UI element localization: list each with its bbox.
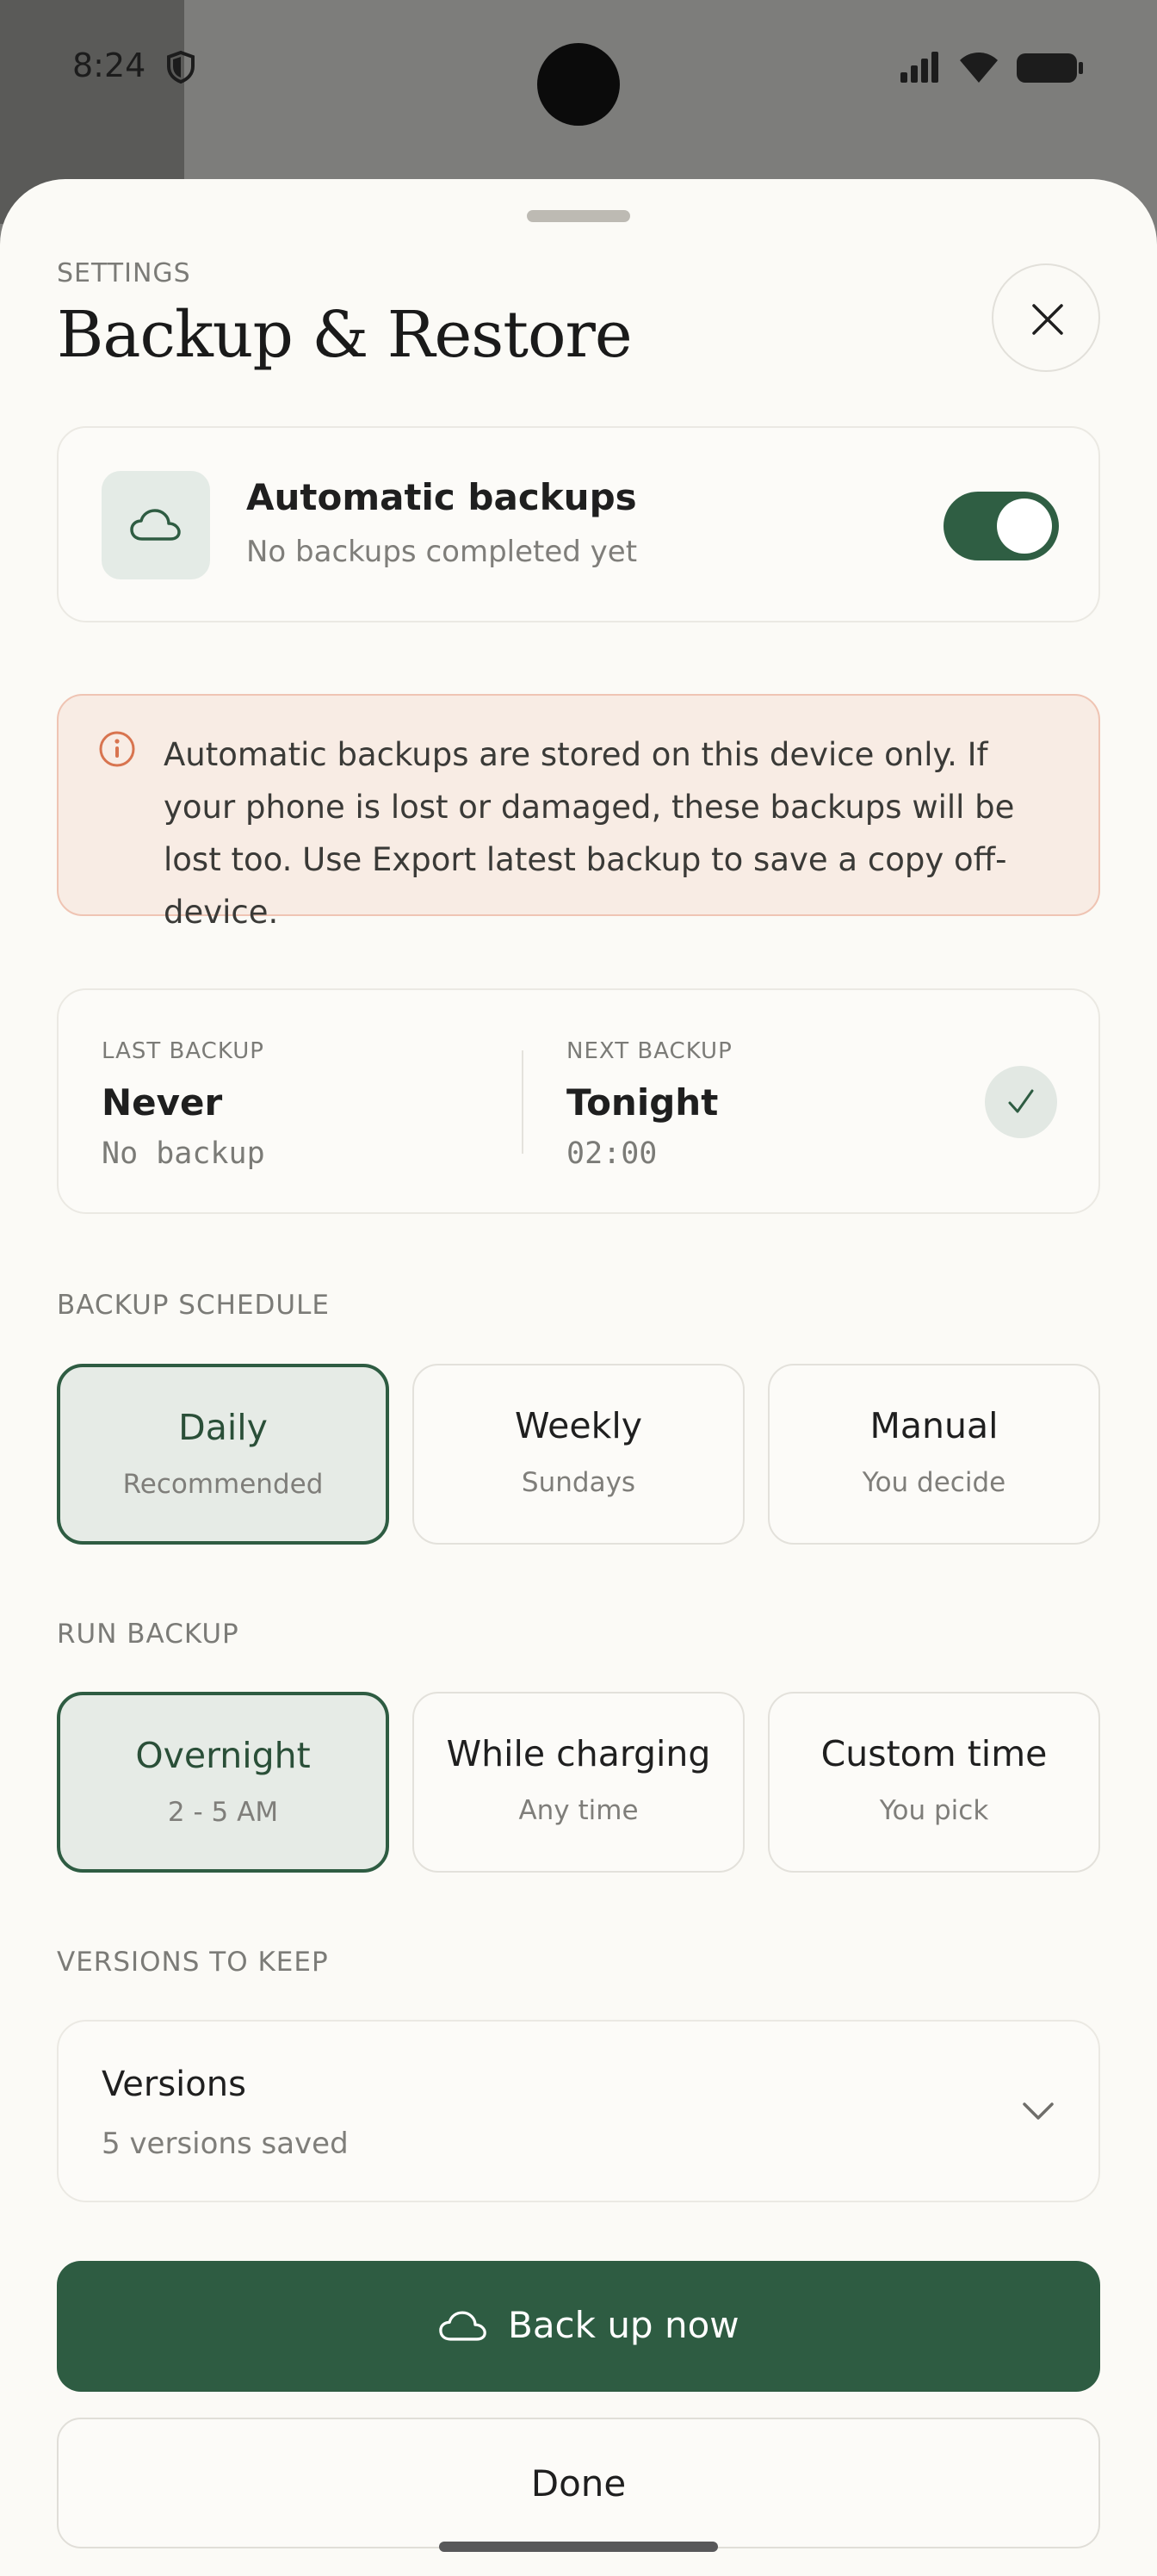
next-backup-value: Tonight <box>566 1081 719 1124</box>
home-indicator <box>439 2542 718 2552</box>
next-backup-label: NEXT BACKUP <box>566 1038 733 1064</box>
signal-icon <box>900 52 938 83</box>
last-backup-detail: No backup <box>102 1136 265 1171</box>
close-button[interactable] <box>992 263 1100 372</box>
auto-backups-subtitle: No backups completed yet <box>246 535 638 569</box>
schedule-option-daily[interactable]: Daily Recommended <box>57 1364 389 1545</box>
page-eyebrow: SETTINGS <box>57 258 191 288</box>
backup-sheet: SETTINGS Backup & Restore Automatic back… <box>0 179 1157 2576</box>
schedule-option-weekly[interactable]: Weekly Sundays <box>412 1364 745 1545</box>
run-option-overnight[interactable]: Overnight 2 - 5 AM <box>57 1692 389 1873</box>
automatic-backups-card: Automatic backups No backups completed y… <box>57 426 1100 622</box>
status-time: 8:24 <box>72 46 146 84</box>
back-up-now-button[interactable]: Back up now <box>57 2261 1100 2392</box>
cloud-icon <box>439 2311 486 2341</box>
done-button[interactable]: Done <box>57 2418 1100 2548</box>
toggle-knob <box>997 498 1052 554</box>
option-title: While charging <box>446 1733 711 1774</box>
run-option-custom-time[interactable]: Custom time You pick <box>768 1692 1100 1873</box>
versions-section-label: VERSIONS TO KEEP <box>57 1947 329 1978</box>
auto-backups-toggle[interactable] <box>944 492 1059 560</box>
next-backup-time: 02:00 <box>566 1136 658 1171</box>
status-divider <box>522 1050 523 1154</box>
battery-icon <box>1017 53 1083 83</box>
status-bar: 8:24 <box>0 0 1157 138</box>
front-camera <box>537 43 620 126</box>
info-icon <box>99 731 135 767</box>
done-label: Done <box>530 2462 627 2505</box>
option-title: Weekly <box>515 1405 642 1446</box>
last-backup-value: Never <box>102 1081 223 1124</box>
option-subtitle: Any time <box>518 1795 639 1826</box>
cloud-icon <box>130 509 181 541</box>
versions-subtitle: 5 versions saved <box>102 2127 349 2161</box>
schedule-option-manual[interactable]: Manual You decide <box>768 1364 1100 1545</box>
option-title: Daily <box>178 1407 268 1448</box>
option-subtitle: Sundays <box>521 1467 636 1498</box>
chevron-down-icon <box>1023 2102 1054 2120</box>
option-subtitle: Recommended <box>122 1469 324 1500</box>
run-option-while-charging[interactable]: While charging Any time <box>412 1692 745 1873</box>
versions-select[interactable]: Versions 5 versions saved <box>57 2020 1100 2202</box>
option-subtitle: 2 - 5 AM <box>167 1797 279 1828</box>
option-title: Manual <box>869 1405 999 1446</box>
device-only-warning: Automatic backups are stored on this dev… <box>57 694 1100 931</box>
auto-backups-title: Automatic backups <box>246 476 637 518</box>
option-subtitle: You decide <box>862 1467 1006 1498</box>
shield-icon <box>167 50 195 84</box>
run-section-label: RUN BACKUP <box>57 1619 239 1650</box>
option-title: Overnight <box>135 1735 311 1776</box>
back-up-now-label: Back up now <box>508 2304 739 2346</box>
versions-title: Versions <box>102 2065 246 2104</box>
cloud-tile <box>102 471 210 579</box>
warning-text: Automatic backups are stored on this dev… <box>164 736 1015 931</box>
schedule-section-label: BACKUP SCHEDULE <box>57 1290 330 1321</box>
option-title: Custom time <box>820 1733 1048 1774</box>
wifi-icon <box>960 53 998 83</box>
backup-status-card: LAST BACKUP Never No backup NEXT BACKUP … <box>57 988 1100 1214</box>
status-check <box>985 1066 1057 1138</box>
check-icon <box>1008 1089 1034 1113</box>
option-subtitle: You pick <box>879 1795 989 1826</box>
last-backup-label: LAST BACKUP <box>102 1038 264 1064</box>
page-title: Backup & Restore <box>57 298 633 372</box>
close-icon <box>1032 304 1063 335</box>
sheet-grabber[interactable] <box>527 210 630 222</box>
